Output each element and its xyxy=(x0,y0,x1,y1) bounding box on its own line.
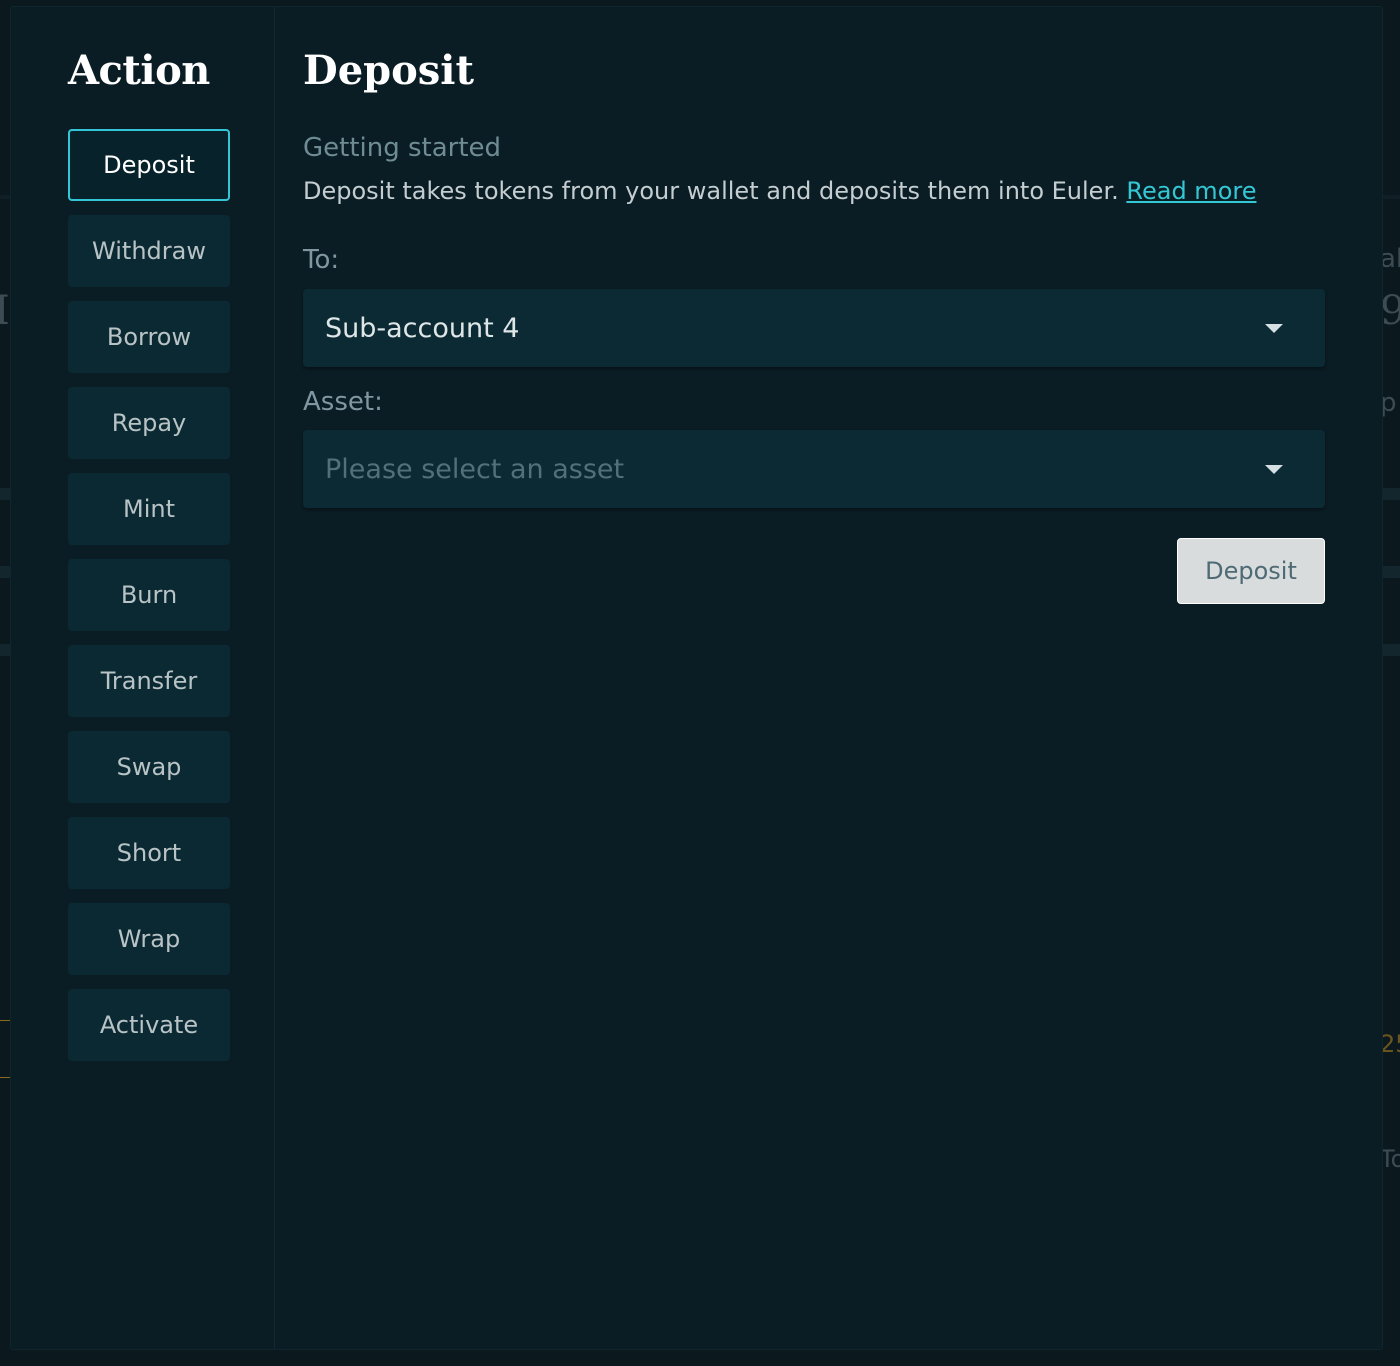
action-borrow-button[interactable]: Borrow xyxy=(68,301,230,373)
description-text: Deposit takes tokens from your wallet an… xyxy=(303,177,1127,205)
read-more-link[interactable]: Read more xyxy=(1126,177,1256,205)
action-title: Action xyxy=(68,47,210,94)
action-mint-button[interactable]: Mint xyxy=(68,473,230,545)
action-modal: Action Deposit Withdraw Borrow Repay Min… xyxy=(11,7,1382,1349)
getting-started-heading: Getting started xyxy=(303,133,502,163)
action-swap-button[interactable]: Swap xyxy=(68,731,230,803)
to-label: To: xyxy=(303,245,340,275)
action-wrap-button[interactable]: Wrap xyxy=(68,903,230,975)
background-text-fragment: To xyxy=(1380,1145,1400,1173)
action-deposit-button[interactable]: Deposit xyxy=(68,129,230,201)
deposit-panel: Deposit Getting started Deposit takes to… xyxy=(303,7,1325,1349)
deposit-submit-button[interactable]: Deposit xyxy=(1177,538,1325,604)
asset-select[interactable]: Please select an asset xyxy=(303,430,1325,508)
deposit-description: Deposit takes tokens from your wallet an… xyxy=(303,177,1256,205)
background-text-fragment: al xyxy=(1380,244,1400,274)
to-account-value: Sub-account 4 xyxy=(325,312,520,344)
action-repay-button[interactable]: Repay xyxy=(68,387,230,459)
action-short-button[interactable]: Short xyxy=(68,817,230,889)
action-activate-button[interactable]: Activate xyxy=(68,989,230,1061)
action-sidebar: Action Deposit Withdraw Borrow Repay Min… xyxy=(11,7,275,1349)
background-text-fragment: p xyxy=(1380,388,1397,418)
chevron-down-icon xyxy=(1265,324,1283,333)
to-account-select[interactable]: Sub-account 4 xyxy=(303,289,1325,367)
chevron-down-icon xyxy=(1265,465,1283,474)
background-highlight xyxy=(0,1020,11,1078)
background-text-fragment: 25 xyxy=(1380,1030,1400,1058)
action-list: Deposit Withdraw Borrow Repay Mint Burn … xyxy=(68,129,230,1075)
background-text-fragment: I xyxy=(0,288,10,334)
page-title: Deposit xyxy=(303,47,474,94)
action-transfer-button[interactable]: Transfer xyxy=(68,645,230,717)
asset-label: Asset: xyxy=(303,387,383,417)
asset-placeholder: Please select an asset xyxy=(325,453,625,485)
background-text-fragment: 9 xyxy=(1380,288,1400,334)
action-burn-button[interactable]: Burn xyxy=(68,559,230,631)
action-withdraw-button[interactable]: Withdraw xyxy=(68,215,230,287)
